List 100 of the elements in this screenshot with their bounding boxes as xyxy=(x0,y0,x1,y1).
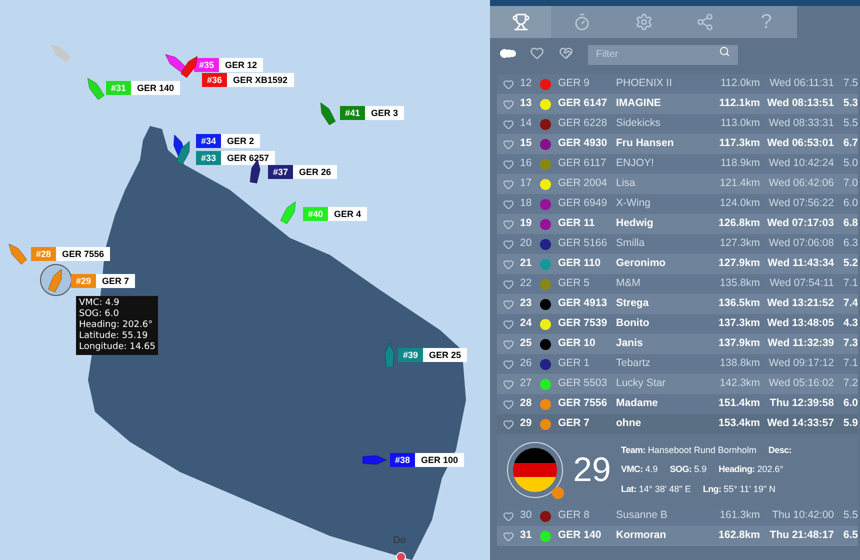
result-row[interactable]: 31 GER 140 Kormoran 162.8km Thu 21:48:17 6.5 xyxy=(497,526,858,546)
boat-name: ENJOY! xyxy=(616,156,655,172)
sail-number: GER 110 xyxy=(558,256,602,272)
boat-number: #39 xyxy=(398,348,424,362)
result-row[interactable]: 16 GER 6117 ENJOY! 118.9km Wed 10:42:24 5.0 xyxy=(497,154,858,174)
result-row[interactable]: 23 GER 4913 Strega 136.5km Wed 13:21:52 7.4 xyxy=(497,294,858,314)
trophy-icon xyxy=(512,13,530,31)
result-row[interactable]: 17 GER 2004 Lisa 121.4km Wed 06:42:06 7.0 xyxy=(497,174,858,194)
result-row[interactable]: 15 GER 4930 Fru Hansen 117.3km Wed 06:53:01 6.7 xyxy=(497,134,858,154)
boat-name: Tebartz xyxy=(616,356,652,372)
result-row[interactable]: 18 GER 6949 X-Wing 124.0km Wed 07:56:22 6.0 xyxy=(497,194,858,214)
heart-icon[interactable] xyxy=(503,530,514,542)
boat-name: Lisa xyxy=(616,176,636,192)
finish-time: Wed 10:42:24 xyxy=(768,156,834,172)
heart-icon[interactable] xyxy=(503,98,514,110)
heart-icon[interactable] xyxy=(503,218,514,230)
tab[interactable] xyxy=(490,6,552,38)
result-row[interactable]: 29 GER 7 ohne 153.4km Wed 14:33:57 5.9 xyxy=(497,414,858,434)
result-row[interactable]: 26 GER 1 Tebartz 138.8km Wed 09:17:12 7.1 xyxy=(497,354,858,374)
rank: 14 xyxy=(520,116,533,132)
tab[interactable]: ? xyxy=(736,6,798,38)
boat-sail-number: GER 140 xyxy=(131,81,180,95)
result-row[interactable]: 27 GER 5503 Lucky Star 142.3km Wed 05:16:02 7.2 xyxy=(497,374,858,394)
search-icon[interactable] xyxy=(719,46,730,57)
heart-icon[interactable] xyxy=(503,398,514,410)
rank: 24 xyxy=(520,316,533,332)
finish-time: Thu 12:39:58 xyxy=(768,396,834,412)
result-row[interactable]: 20 GER 5166 Smilla 127.3km Wed 07:06:08 6.3 xyxy=(497,234,858,254)
heart-icon[interactable] xyxy=(503,278,514,290)
result-row[interactable]: 13 GER 6147 IMAGINE 112.1km Wed 08:13:51 5.3 xyxy=(497,94,858,114)
sail-number: GER 9 xyxy=(558,76,591,92)
result-row[interactable]: 12 GER 9 PHOENIX II 112.0km Wed 06:11:31 7.5 xyxy=(497,74,858,94)
toggle-icon[interactable] xyxy=(500,48,516,58)
filter-field[interactable]: Filter xyxy=(588,44,738,64)
speed: 7.1 xyxy=(842,356,858,372)
result-row[interactable]: 22 GER 5 M&M 135.8km Wed 07:54:11 7.1 xyxy=(497,274,858,294)
sail-number: GER 6949 xyxy=(558,196,608,212)
result-row[interactable]: 19 GER 11 Hedwig 126.8km Wed 07:17:03 6.8 xyxy=(497,214,858,234)
rank: 29 xyxy=(520,416,533,432)
result-row[interactable]: 30 GER 8 Susanne B 161.3km Thu 10:42:00 5.5 xyxy=(497,506,858,526)
distance: 161.3km xyxy=(718,508,760,524)
map-background[interactable] xyxy=(0,0,490,560)
boat-name: ohne xyxy=(616,416,642,432)
tab[interactable] xyxy=(551,6,613,38)
boat-name: Janis xyxy=(616,336,644,352)
sail-number: GER 7539 xyxy=(558,316,608,332)
result-row[interactable]: 21 GER 110 Geronimo 127.9km Wed 11:43:34 5.2 xyxy=(497,254,858,274)
boat-name: Geronimo xyxy=(616,256,667,272)
boat-name: PHOENIX II xyxy=(616,76,674,92)
heart-icon[interactable] xyxy=(503,418,514,430)
heart-icon[interactable] xyxy=(503,138,514,150)
boat-name: Strega xyxy=(616,296,650,312)
boat-number: #29 xyxy=(71,274,96,288)
result-row[interactable]: 14 GER 6228 Sidekicks 113.0km Wed 08:33:31 5.5 xyxy=(497,114,858,134)
heart-icon[interactable] xyxy=(503,358,514,370)
sail-number: GER 6147 xyxy=(558,96,608,112)
boat-name: Madame xyxy=(616,396,660,412)
speed: 6.8 xyxy=(842,216,858,232)
finish-time: Wed 11:32:39 xyxy=(766,336,834,352)
distance: 117.3km xyxy=(718,136,760,152)
sail-number: GER 4913 xyxy=(558,296,608,312)
finish-time: Wed 07:06:08 xyxy=(768,236,834,252)
finish-time: Wed 14:33:57 xyxy=(766,416,834,432)
heart-icon[interactable] xyxy=(503,178,514,190)
rank: 16 xyxy=(520,156,533,172)
heart-icon[interactable] xyxy=(503,318,514,330)
boat-name: Sidekicks xyxy=(616,116,662,132)
heart-icon[interactable] xyxy=(530,46,544,60)
heart-icon[interactable] xyxy=(503,118,514,130)
heart-icon[interactable] xyxy=(503,510,514,522)
finish-time: Wed 07:56:22 xyxy=(768,196,834,212)
finish-time: Thu 21:48:17 xyxy=(768,528,834,544)
favorites-icon[interactable] xyxy=(558,46,574,60)
speed: 7.2 xyxy=(842,376,858,392)
heart-icon[interactable] xyxy=(503,258,514,270)
result-row[interactable]: 28 GER 7556 Madame 151.4km Thu 12:39:58 6.0 xyxy=(497,394,858,414)
distance: 113.0km xyxy=(720,116,760,132)
rank: 31 xyxy=(520,528,533,544)
heart-icon[interactable] xyxy=(503,298,514,310)
heart-icon[interactable] xyxy=(503,198,514,210)
result-row[interactable]: 24 GER 7539 Bonito 137.3km Wed 13:48:05 4.3 xyxy=(497,314,858,334)
heart-icon[interactable] xyxy=(503,238,514,250)
finish-time: Wed 07:17:03 xyxy=(766,216,834,232)
result-row[interactable]: 25 GER 10 Janis 137.9km Wed 11:32:39 7.3 xyxy=(497,334,858,354)
boat-tooltip: VMC: 4.9 SOG: 6.0 Heading: 202.6° Latitude: 55.19 Longitude: 14.65 xyxy=(76,296,158,355)
heart-icon[interactable] xyxy=(503,338,514,350)
heart-icon[interactable] xyxy=(503,158,514,170)
boat-sail-number: GER 100 xyxy=(415,453,464,467)
speed: 6.7 xyxy=(842,136,858,152)
sail-number: GER 7 xyxy=(558,416,591,432)
flag-icon xyxy=(507,442,563,498)
speed: 6.0 xyxy=(842,196,858,212)
boat-name: Hedwig xyxy=(616,216,654,232)
finish-time: Wed 05:16:02 xyxy=(768,376,834,392)
boat-sail-number: GER 25 xyxy=(423,348,468,362)
boat-name: Susanne B xyxy=(616,508,668,524)
heart-icon[interactable] xyxy=(503,378,514,390)
speed: 7.1 xyxy=(842,276,858,292)
heart-icon[interactable] xyxy=(503,78,514,90)
rank: 22 xyxy=(520,276,533,292)
